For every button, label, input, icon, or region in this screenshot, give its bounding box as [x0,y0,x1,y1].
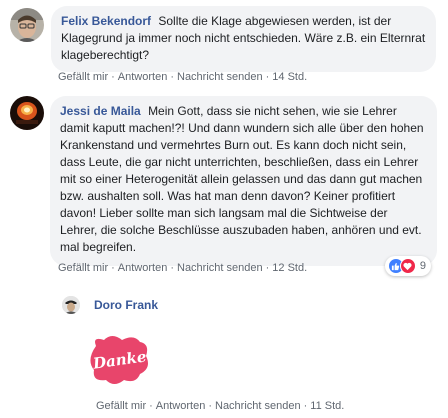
separator: · [111,262,115,274]
comment-jessi: Jessi de Maila Mein Gott, dass sie nicht… [10,96,437,276]
comment-actions: Gefällt mir · Antworten · Nachricht senden · 1… [58,71,307,83]
avatar[interactable] [10,8,44,42]
message-link[interactable]: Nachricht senden [177,71,263,83]
comment-felix: Felix Bekendorf Sollte die Klage abgewie… [10,6,436,72]
separator: · [170,71,174,83]
message-link[interactable]: Nachricht senden [215,400,301,412]
comment-actions: Gefällt mir · Antworten · Nachricht senden · 1… [96,400,344,412]
like-link[interactable]: Gefällt mir [58,262,108,274]
reactions-badge[interactable]: 9 [384,256,431,276]
comment-author[interactable]: Jessi de Maila [60,104,141,118]
danke-sticker[interactable]: Danke [88,334,152,386]
reply-link[interactable]: Antworten [118,71,168,83]
separator: · [265,262,270,274]
timestamp[interactable]: 14 Std. [272,71,307,83]
timestamp[interactable]: 11 Std. [310,400,344,412]
reply-link[interactable]: Antworten [156,400,206,412]
timestamp[interactable]: 12 Std. [272,262,307,274]
avatar[interactable] [62,296,80,314]
separator: · [111,71,115,83]
separator: · [265,71,270,83]
comment-bubble: Felix Bekendorf Sollte die Klage abgewie… [51,6,436,72]
message-link[interactable]: Nachricht senden [177,262,263,274]
separator: · [170,262,174,274]
like-link[interactable]: Gefällt mir [96,400,146,412]
comment-bubble: Jessi de Maila Mein Gott, dass sie nicht… [50,96,437,276]
avatar[interactable] [10,96,44,130]
separator: · [303,400,308,412]
comment-author[interactable]: Doro Frank [94,298,158,312]
comment-author[interactable]: Felix Bekendorf [61,14,151,28]
reaction-count: 9 [419,259,426,272]
comment-doro: Doro Frank [62,296,158,314]
love-icon [399,258,416,274]
comment-actions: Gefällt mir · Antworten · Nachricht senden · 1… [58,262,307,274]
comment-text: Mein Gott, dass sie nicht sehen, wie sie… [60,104,424,254]
separator: · [208,400,212,412]
reply-link[interactable]: Antworten [118,262,168,274]
like-link[interactable]: Gefällt mir [58,71,108,83]
separator: · [149,400,153,412]
